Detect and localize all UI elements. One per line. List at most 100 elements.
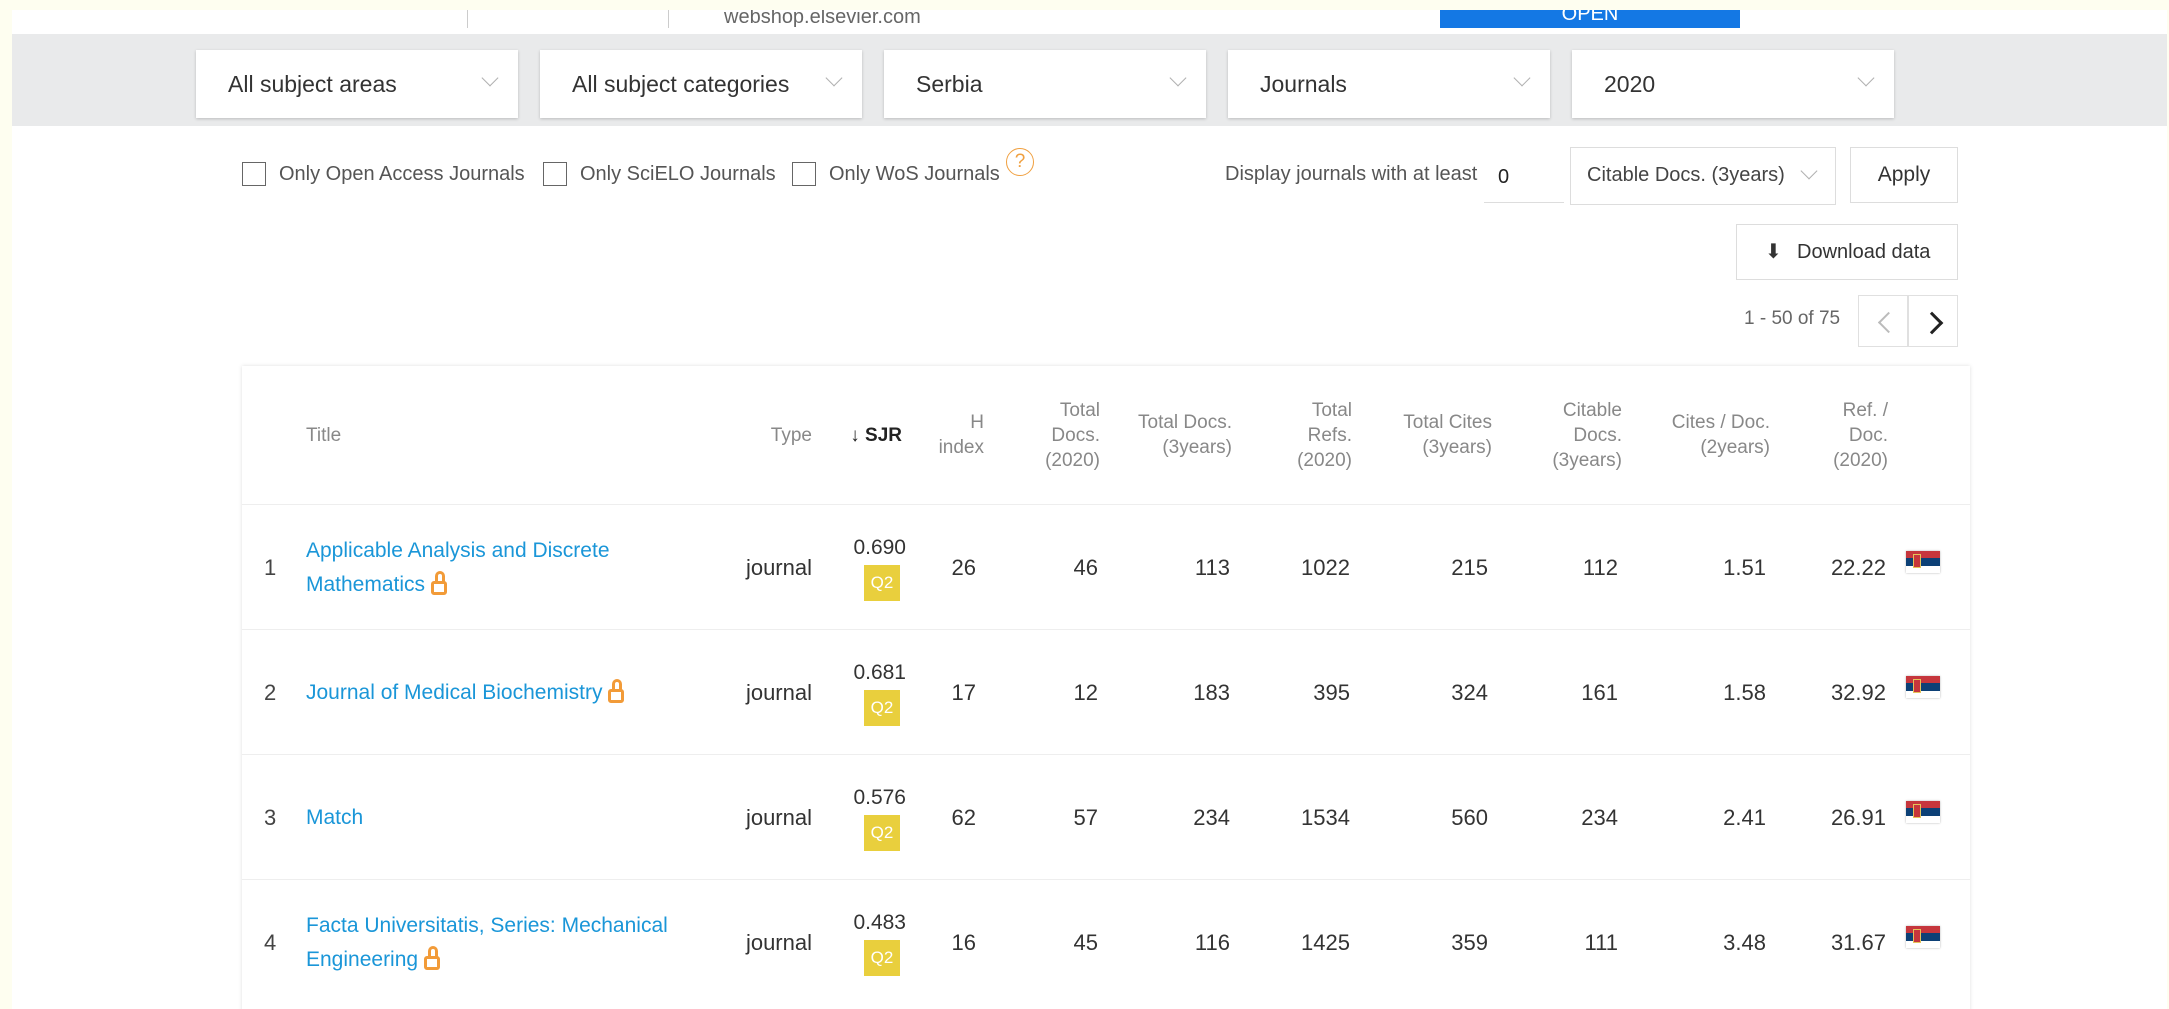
citable-docs: 161 (1581, 679, 1618, 705)
total-docs-3years: 113 (1194, 554, 1230, 580)
serbia-flag-icon[interactable] (1906, 926, 1940, 948)
quartile-badge: Q2 (864, 939, 900, 976)
col-total-docs-3years[interactable]: Total Docs. (3years) (1102, 366, 1232, 504)
wos-checkbox[interactable] (792, 162, 816, 186)
wos-label[interactable]: Only WoS Journals (829, 163, 1000, 186)
col-total-refs[interactable]: Total Refs. (2020) (1242, 366, 1352, 504)
subject-category-select[interactable]: All subject categories (540, 50, 862, 118)
chevron-right-icon (1920, 311, 1944, 335)
total-docs-2020: 45 (1073, 929, 1098, 955)
metric-value: Citable Docs. (3years) (1587, 164, 1785, 186)
chevron-down-icon (1169, 69, 1187, 87)
table-row: 4 Facta Universitatis, Series: Mechanica… (242, 879, 1970, 1005)
subject-area-select[interactable]: All subject areas (196, 50, 518, 118)
col-type[interactable]: Type (732, 366, 812, 504)
download-label: Download data (1797, 241, 1931, 263)
h-index: 62 (951, 804, 976, 830)
ad-open-button[interactable]: OPEN (1440, 10, 1740, 28)
chevron-down-icon (481, 69, 499, 87)
table-header: Title Type ↓ SJR Hindex Total Docs. (2020)… (242, 366, 1970, 504)
min-value-input[interactable]: 0 (1484, 156, 1564, 203)
type: journal (745, 554, 812, 580)
year-value: 2020 (1604, 71, 1656, 97)
serbia-flag-icon[interactable] (1906, 676, 1940, 698)
next-page-button[interactable] (1908, 295, 1958, 347)
serbia-flag-icon[interactable] (1906, 801, 1940, 823)
type-select[interactable]: Journals (1228, 50, 1550, 118)
type: journal (745, 804, 812, 830)
journal-title-link[interactable]: Journal of Medical Biochemistry (306, 681, 602, 704)
ad-url[interactable]: webshop.elsevier.com (724, 10, 921, 29)
ref-per-doc: 32.92 (1830, 679, 1886, 705)
open-access-lock-icon (431, 570, 448, 595)
title-cell: Match (306, 755, 686, 880)
ad-image-frame (467, 10, 669, 28)
quartile-badge: Q2 (864, 564, 900, 601)
total-refs: 395 (1313, 679, 1350, 705)
quartile-badge: Q2 (864, 814, 900, 851)
scielo-checkbox[interactable] (543, 162, 567, 186)
journal-title-link[interactable]: Match (306, 806, 363, 829)
total-refs: 1022 (1301, 554, 1350, 580)
journal-title-link[interactable]: Facta Universitatis, Series: Mechanical … (306, 914, 668, 971)
cites-per-doc: 3.48 (1723, 929, 1766, 955)
prev-page-button[interactable] (1858, 295, 1908, 347)
quartile-badge: Q2 (864, 689, 900, 726)
title-cell: Applicable Analysis and Discrete Mathema… (306, 505, 686, 630)
ref-per-doc: 26.91 (1830, 804, 1886, 830)
rank: 4 (264, 929, 277, 955)
serbia-flag-icon[interactable] (1906, 551, 1940, 573)
journal-title-link[interactable]: Applicable Analysis and Discrete Mathema… (306, 539, 610, 596)
total-cites: 215 (1451, 554, 1488, 580)
cites-per-doc: 1.51 (1723, 554, 1766, 580)
open-access-label[interactable]: Only Open Access Journals (279, 163, 525, 186)
subject-area-value: All subject areas (228, 71, 397, 97)
chevron-down-icon (1513, 69, 1531, 87)
type: journal (745, 929, 812, 955)
total-cites: 324 (1451, 679, 1488, 705)
col-total-cites[interactable]: Total Cites (3years) (1362, 366, 1492, 504)
col-sjr[interactable]: ↓ SJR (822, 366, 902, 504)
h-index: 17 (951, 679, 976, 705)
citable-docs: 234 (1581, 804, 1618, 830)
type-value: Journals (1260, 71, 1347, 97)
year-select[interactable]: 2020 (1572, 50, 1894, 118)
col-ref-doc[interactable]: Ref. / Doc. (2020) (1782, 366, 1888, 504)
sjr-value: 0.681 (853, 660, 906, 684)
apply-button[interactable]: Apply (1850, 147, 1958, 203)
help-icon[interactable]: ? (1006, 148, 1034, 176)
total-docs-3years: 183 (1193, 679, 1230, 705)
open-access-lock-icon (608, 678, 625, 703)
chevron-down-icon (1857, 69, 1875, 87)
col-total-docs-2020[interactable]: Total Docs. (2020) (1002, 366, 1100, 504)
sjr-cell: 0.483 Q2 (826, 880, 906, 1005)
cites-per-doc: 2.41 (1723, 804, 1766, 830)
chevron-left-icon (1877, 311, 1900, 334)
col-citable-docs[interactable]: Citable Docs. (3years) (1512, 366, 1622, 504)
total-docs-2020: 12 (1073, 679, 1098, 705)
min-filter-label: Display journals with at least (1225, 163, 1478, 185)
total-cites: 359 (1451, 929, 1488, 955)
col-cites-doc[interactable]: Cites / Doc. (2years) (1642, 366, 1770, 504)
table-row: 1 Applicable Analysis and Discrete Mathe… (242, 504, 1970, 630)
sjr-cell: 0.690 Q2 (826, 505, 906, 630)
subject-category-value: All subject categories (572, 71, 790, 97)
open-access-lock-icon (424, 945, 441, 970)
col-title[interactable]: Title (306, 366, 426, 504)
country-value: Serbia (916, 71, 983, 97)
col-h-index[interactable]: Hindex (902, 366, 984, 504)
cites-per-doc: 1.58 (1723, 679, 1766, 705)
country-select[interactable]: Serbia (884, 50, 1206, 118)
ref-per-doc: 22.22 (1830, 554, 1886, 580)
open-access-checkbox[interactable] (242, 162, 266, 186)
ref-per-doc: 31.67 (1830, 929, 1886, 955)
sjr-value: 0.576 (853, 785, 906, 809)
metric-select[interactable]: Citable Docs. (3years) (1570, 147, 1836, 205)
table-row: 3 Match journal 0.576 Q2 62 57 234 1534 … (242, 754, 1970, 880)
scielo-label[interactable]: Only SciELO Journals (580, 163, 776, 186)
min-value: 0 (1498, 166, 1510, 188)
download-icon: ⬇ (1765, 241, 1782, 263)
chevron-down-icon (1800, 162, 1818, 180)
download-data-button[interactable]: ⬇ Download data (1736, 224, 1958, 280)
pagination-text: 1 - 50 of 75 (1744, 308, 1841, 329)
